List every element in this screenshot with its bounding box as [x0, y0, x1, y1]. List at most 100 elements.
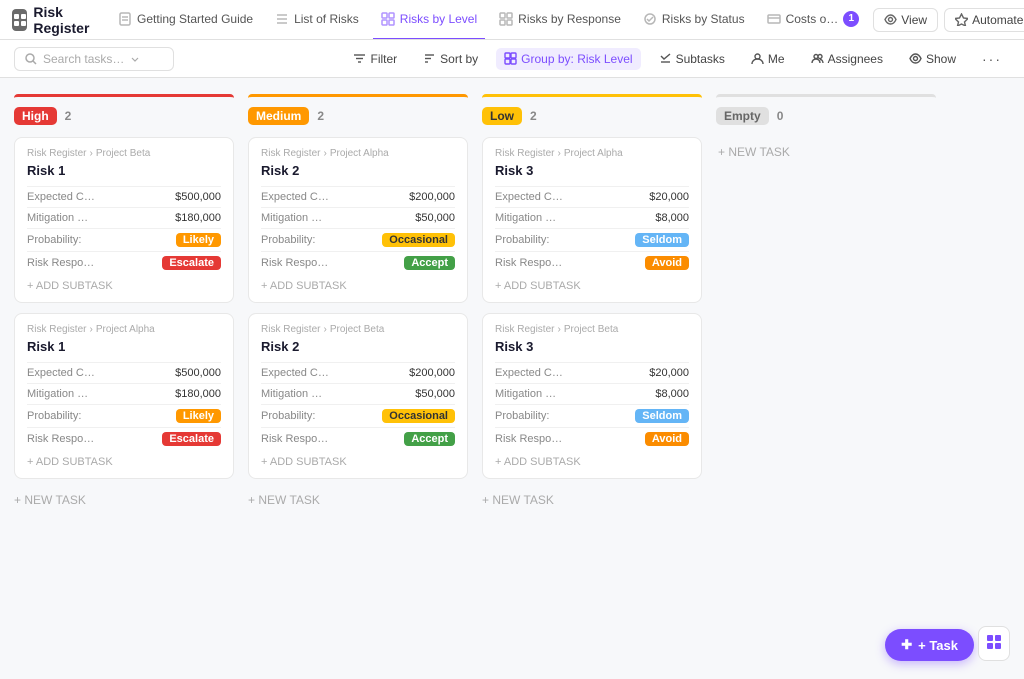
breadcrumb-part: Project Alpha [96, 324, 155, 335]
new-task-button-empty[interactable]: + NEW TASK [716, 137, 936, 167]
card-field-label: Mitigation … [261, 212, 322, 224]
assignees-button[interactable]: Assignees [803, 48, 891, 70]
card-field-value: $200,000 [409, 191, 455, 203]
add-subtask-button[interactable]: + ADD SUBTASK [495, 450, 689, 468]
card-field-label: Probability: [27, 410, 81, 422]
search-box[interactable]: Search tasks… [14, 47, 174, 71]
card-field-label: Mitigation … [495, 212, 556, 224]
card-field-label: Expected C… [261, 367, 329, 379]
card-field-value: Occasional [382, 233, 455, 247]
tab-risks-by-status[interactable]: Risks by Status [635, 0, 753, 40]
card-field: Risk Respo…Avoid [495, 427, 689, 450]
breadcrumb-part: Project Beta [96, 148, 150, 159]
new-task-button-high[interactable]: + NEW TASK [14, 489, 234, 511]
filter-icon [353, 52, 366, 65]
col-badge-high: High [14, 107, 57, 125]
card-medium-0[interactable]: Risk Register › Project AlphaRisk 2Expec… [248, 137, 468, 303]
me-label: Me [768, 52, 785, 66]
assignees-label: Assignees [828, 52, 883, 66]
col-header-empty: Empty 0 [716, 105, 936, 127]
tab-risks-by-level[interactable]: Risks by Level [373, 0, 485, 40]
card-high-0[interactable]: Risk Register › Project BetaRisk 1Expect… [14, 137, 234, 303]
filter-button[interactable]: Filter [345, 48, 405, 70]
breadcrumb-part: Project Alpha [564, 148, 623, 159]
card-low-1[interactable]: Risk Register › Project BetaRisk 3Expect… [482, 313, 702, 479]
add-task-fab[interactable]: ✚ + Task [885, 629, 974, 661]
card-field-value: Escalate [162, 256, 221, 270]
tab-list-of-risks[interactable]: List of Risks [267, 0, 367, 40]
breadcrumb-part: Project Alpha [330, 148, 389, 159]
card-field-value: Seldom [635, 409, 689, 423]
column-medium: Medium 2 Risk Register › Project AlphaRi… [248, 94, 468, 663]
automate-label: Automate [972, 13, 1023, 27]
view-label: View [901, 13, 927, 27]
card-field-value: $500,000 [175, 367, 221, 379]
fab-icon: ✚ [901, 637, 912, 653]
tab-risks-by-response[interactable]: Risks by Response [491, 0, 629, 40]
card-field-label: Expected C… [495, 191, 563, 203]
new-task-button-medium[interactable]: + NEW TASK [248, 489, 468, 511]
col-header-medium: Medium 2 [248, 105, 468, 127]
add-subtask-button[interactable]: + ADD SUBTASK [261, 274, 455, 292]
card-medium-1[interactable]: Risk Register › Project BetaRisk 2Expect… [248, 313, 468, 479]
card-low-0[interactable]: Risk Register › Project AlphaRisk 3Expec… [482, 137, 702, 303]
tab-list-of-risks-label: List of Risks [294, 12, 359, 26]
add-subtask-button[interactable]: + ADD SUBTASK [495, 274, 689, 292]
tab-getting-started-label: Getting Started Guide [137, 12, 253, 26]
new-task-button-low[interactable]: + NEW TASK [482, 489, 702, 511]
breadcrumb-part: Risk Register [495, 148, 554, 159]
tab-getting-started[interactable]: Getting Started Guide [110, 0, 261, 40]
card-breadcrumb: Risk Register › Project Alpha [27, 324, 221, 335]
card-field: Mitigation …$180,000 [27, 383, 221, 404]
card-high-1[interactable]: Risk Register › Project AlphaRisk 1Expec… [14, 313, 234, 479]
card-breadcrumb: Risk Register › Project Beta [261, 324, 455, 335]
more-options-button[interactable]: ··· [974, 47, 1010, 71]
card-field-label: Expected C… [261, 191, 329, 203]
card-title: Risk 3 [495, 163, 689, 178]
group-by-button[interactable]: Group by: Risk Level [496, 48, 640, 70]
tab-costs-label: Costs o… [786, 12, 839, 26]
add-subtask-button[interactable]: + ADD SUBTASK [27, 450, 221, 468]
tab-costs[interactable]: Costs o… 1 [759, 0, 868, 40]
card-field-label: Mitigation … [27, 212, 88, 224]
subtasks-button[interactable]: Subtasks [651, 48, 733, 70]
card-title: Risk 3 [495, 339, 689, 354]
me-button[interactable]: Me [743, 48, 793, 70]
costs-badge: 1 [843, 11, 859, 27]
card-field: Risk Respo…Avoid [495, 251, 689, 274]
breadcrumb-part: Risk Register [27, 148, 86, 159]
search-dropdown-icon [130, 54, 140, 64]
sort-icon [423, 52, 436, 65]
card-field-value: $20,000 [649, 367, 689, 379]
card-field-label: Risk Respo… [261, 257, 328, 269]
card-field: Expected C… $200,000 [261, 186, 455, 207]
add-subtask-button[interactable]: + ADD SUBTASK [27, 274, 221, 292]
card-field-value: Accept [404, 256, 455, 270]
card-field-value: Likely [176, 233, 221, 247]
card-field-value: Likely [176, 409, 221, 423]
column-empty: Empty 0 + NEW TASK [716, 94, 936, 663]
card-breadcrumb: Risk Register › Project Beta [27, 148, 221, 159]
breadcrumb-sep: › [323, 148, 326, 159]
card-field-label: Mitigation … [27, 388, 88, 400]
card-field-label: Risk Respo… [27, 433, 94, 445]
sort-by-button[interactable]: Sort by [415, 48, 486, 70]
card-field: Expected C…$20,000 [495, 186, 689, 207]
toolbar: Search tasks… Filter Sort by Group by: R… [0, 40, 1024, 78]
card-field: Mitigation …$180,000 [27, 207, 221, 228]
subtasks-icon [659, 52, 672, 65]
add-subtask-button[interactable]: + ADD SUBTASK [261, 450, 455, 468]
card-field: Risk Respo… Accept [261, 251, 455, 274]
card-field-value: Escalate [162, 432, 221, 446]
card-field: Risk Respo… Escalate [27, 427, 221, 450]
card-field-label: Expected C… [495, 367, 563, 379]
show-button[interactable]: Show [901, 48, 964, 70]
card-field-label: Risk Respo… [27, 257, 94, 269]
automate-button[interactable]: Automate [944, 8, 1024, 32]
card-field: Expected C… $20,000 [495, 362, 689, 383]
view-button[interactable]: View [873, 8, 938, 32]
col-header-high: High 2 [14, 105, 234, 127]
group-icon [504, 52, 517, 65]
app-logo: Risk Register [12, 4, 96, 36]
grid-view-button[interactable] [978, 626, 1010, 661]
